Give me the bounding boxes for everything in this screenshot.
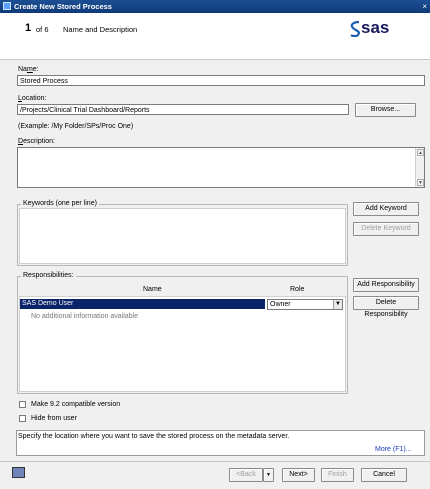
wizard-header: 1 of 6 Name and Description sas [0,13,430,60]
name-label: Name: [18,66,39,73]
location-example: (Example: /My Folder/SPs/Proc One) [18,123,134,130]
sas-logo: sas [349,18,419,40]
create-stored-process-dialog: Create New Stored Process × 1 of 6 Name … [0,0,430,489]
responsibilities-table [19,296,346,392]
add-keyword-button[interactable]: Add Keyword [353,202,419,216]
responsibilities-legend: Responsibilities: [21,271,76,280]
no-info-text: No additional information available [31,313,139,320]
next-button[interactable]: Next> [282,468,315,482]
column-role[interactable]: Role [290,285,304,294]
finish-button[interactable]: Finish [321,468,354,482]
delete-keyword-button[interactable]: Delete Keyword [353,222,419,236]
column-name[interactable]: Name [143,285,162,294]
back-button[interactable]: <Back [229,468,263,482]
delete-responsibility-button[interactable]: Delete Responsibility [353,296,419,318]
logo-text: sas [361,18,390,37]
keywords-list[interactable] [19,208,346,264]
hide-checkbox[interactable] [19,415,26,422]
location-field[interactable]: /Projects/Clinical Trial Dashboard/Repor… [17,104,349,115]
app-icon [3,2,11,10]
help-icon[interactable] [12,467,25,478]
compat-label: Make 9.2 compatible version [31,401,121,408]
window-title: Create New Stored Process [14,2,112,11]
description-label: Description: [18,138,55,145]
chevron-down-icon[interactable]: ▼ [333,300,342,309]
add-responsibility-button[interactable]: Add Responsibility [353,278,419,292]
name-field[interactable]: Stored Process [17,75,425,86]
location-label: Location: [18,95,47,102]
scroll-up-icon[interactable]: ▲ [417,149,424,156]
step-of: of 6 [36,25,49,34]
step-title: Name and Description [63,25,138,34]
description-scrollbar[interactable]: ▲ ▼ [415,148,424,187]
keywords-legend: Keywords (one per line) [21,199,99,208]
description-field[interactable] [17,147,425,188]
close-icon[interactable]: × [422,1,427,12]
title-bar: Create New Stored Process × [0,0,430,13]
cancel-button[interactable]: Cancel [361,468,407,482]
more-help-link[interactable]: More (F1)... [375,445,412,454]
responsibility-row-name[interactable]: SAS Demo User [20,299,265,309]
back-dropdown-icon[interactable]: ▼ [263,468,274,482]
browse-button[interactable]: Browse... [355,103,416,117]
compat-checkbox[interactable] [19,401,26,408]
status-text: Specify the location where you want to s… [18,433,290,440]
role-select[interactable]: Owner ▼ [267,299,343,310]
scroll-down-icon[interactable]: ▼ [417,179,424,186]
step-number: 1 [25,22,32,34]
hide-label: Hide from user [31,415,77,422]
